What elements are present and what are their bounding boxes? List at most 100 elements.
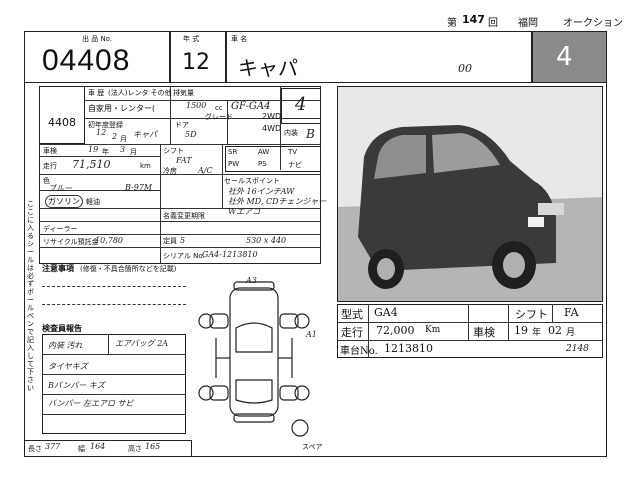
- damage-label-a3: A3: [246, 276, 257, 285]
- mileage-handwritten: 71,510: [72, 158, 111, 171]
- color-code: B-97M: [125, 183, 153, 192]
- sheet-number-prefix: 第: [447, 18, 457, 29]
- shaken-label: 車検: [43, 147, 57, 155]
- inspector-heading: 検査員報告: [42, 324, 82, 333]
- usage-values: 自家用・レンター(: [88, 104, 156, 113]
- report-side: エアバッグ 2A: [115, 339, 169, 348]
- model-code: GF-GA4: [231, 101, 271, 112]
- model-year: 12: [182, 50, 210, 75]
- shaken-month: 3: [120, 145, 126, 154]
- shaken-month-unit: 月: [130, 148, 137, 156]
- lot-small-box: [39, 86, 85, 144]
- displacement-label: 排気量: [173, 89, 194, 97]
- damage-label-a1: A1: [306, 330, 317, 339]
- fuel-gasoline: ガソリン: [45, 195, 83, 208]
- notes-heading-detail: (修復・不具合箇所などを記載): [80, 265, 177, 273]
- notes-heading: 注意事項: [42, 264, 74, 273]
- lot-label: 出 品 No.: [82, 35, 113, 43]
- height: 165: [145, 442, 161, 451]
- report-line-1: 内装 汚れ: [48, 341, 83, 350]
- spec-shaken-year-unit: 年: [532, 328, 542, 338]
- equip-aw: AW: [258, 148, 270, 156]
- height-label: 高さ: [128, 445, 142, 453]
- equip-tv: TV: [288, 148, 298, 156]
- change-label: 名義変更期限: [163, 212, 205, 220]
- dealer-label: ディーラー: [43, 225, 78, 233]
- serial-label: シリアル No.: [163, 252, 205, 260]
- spec-shaken-year: 19: [514, 324, 528, 337]
- sheet-number-suffix: 回: [488, 18, 498, 29]
- spec-type: GA4: [374, 306, 398, 319]
- width: 164: [90, 442, 106, 451]
- first-reg-month: 2: [112, 132, 118, 141]
- usage-options: (法人)レンタ その他: [108, 89, 172, 97]
- spec-mileage-unit: Km: [425, 325, 441, 335]
- shaken-year-unit: 年: [102, 148, 109, 156]
- displacement: 1500: [186, 101, 207, 110]
- equip-pw: PW: [228, 160, 240, 168]
- capacity-label: 定員: [163, 237, 177, 245]
- report-line-3: Bバンパー キズ: [48, 381, 105, 390]
- sales-point-3: Wエアコ: [228, 207, 261, 216]
- vehicle-photo: [337, 86, 603, 302]
- car-name: キャパ: [238, 56, 298, 80]
- color-value: ブルー: [48, 184, 72, 193]
- report-line-2: タイヤキズ: [48, 362, 88, 371]
- door-label: ドア: [175, 121, 189, 129]
- auction-score: 4: [556, 42, 573, 72]
- event-title: オークション: [563, 18, 623, 29]
- shift-handwritten: FAT: [176, 156, 192, 165]
- interior-label: 内装: [284, 129, 298, 137]
- venue: 福岡: [518, 18, 538, 29]
- first-reg-year: 12: [96, 128, 107, 137]
- name-label: 車 名: [231, 35, 248, 43]
- sheet-number: 147: [462, 13, 485, 26]
- first-reg-name: キャパ: [133, 130, 157, 139]
- equipment-grid: [225, 146, 321, 172]
- spec-shaken-label: 車検: [473, 326, 495, 339]
- spec-mileage: 72,000: [376, 324, 415, 337]
- doors: 5D: [185, 130, 197, 139]
- drive-2wd: 2WD: [262, 112, 282, 121]
- dimensions: 530 x 440: [246, 236, 287, 245]
- ac-value: A/C: [198, 166, 213, 175]
- side-note: ここに入るシールは必ずボールペンで記入して下さい: [27, 200, 34, 392]
- grade-label: グレード: [205, 113, 233, 121]
- recycle-value: 10,780: [95, 236, 123, 245]
- car-damage-diagram: [198, 281, 310, 437]
- spare-label: スペア: [302, 443, 323, 451]
- drive-4wd: 4WD: [262, 124, 282, 133]
- spec-shift-label: シフト: [515, 308, 548, 321]
- ac-label: 冷房: [163, 167, 177, 175]
- spec-type-label: 型式: [341, 308, 363, 321]
- equip-sr: SR: [228, 148, 238, 156]
- score-handwritten: 4: [295, 94, 307, 115]
- mileage-label: 走行: [43, 162, 57, 170]
- usage-label: 車 歴: [88, 89, 105, 97]
- equip-navi: ナビ: [288, 161, 302, 169]
- shaken-year: 19: [88, 145, 99, 154]
- first-reg-month-unit: 月: [120, 135, 127, 143]
- lot-number: 04408: [42, 44, 131, 77]
- sales-point-label: セールスポイント: [224, 177, 280, 185]
- recycle-label: リサイクル預託金: [43, 238, 99, 246]
- spec-shift: FA: [564, 306, 579, 319]
- width-label: 幅: [78, 445, 85, 453]
- spec-chassis-label: 車台No.: [340, 346, 378, 357]
- shift-label: シフト: [163, 147, 184, 155]
- length-label: 長さ: [28, 445, 42, 453]
- grade-note: 00: [458, 62, 472, 75]
- interior-grade: B: [306, 127, 315, 141]
- serial: GA4-1213810: [202, 250, 258, 259]
- equip-ps: PS: [258, 160, 267, 168]
- spec-shaken-month: 02: [548, 324, 562, 337]
- spec-chassis: 1213810: [384, 342, 433, 355]
- report-line-4: バンパー 左エアロ サビ: [48, 399, 134, 408]
- capacity: 5: [180, 236, 186, 245]
- spec-chassis-note: 2148: [566, 344, 589, 354]
- spec-mileage-label: 走行: [341, 326, 363, 339]
- fuel-other: 軽油: [86, 198, 100, 206]
- lot-number-small: 4408: [48, 116, 76, 129]
- length: 377: [45, 442, 61, 451]
- displacement-unit: cc: [215, 104, 223, 112]
